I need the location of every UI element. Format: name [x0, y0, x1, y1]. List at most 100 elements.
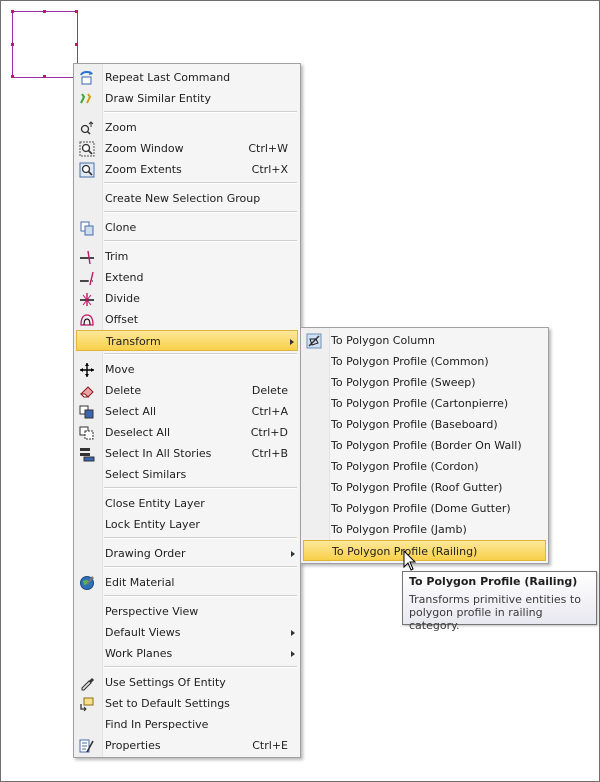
menu-item-divide[interactable]: Divide — [76, 288, 298, 309]
menu-item-create-new-selection-group[interactable]: Create New Selection Group — [76, 188, 298, 209]
menu-item-label: Divide — [105, 292, 140, 305]
menu-item-find-in-perspective[interactable]: Find In Perspective — [76, 714, 298, 735]
clone-icon — [78, 219, 96, 237]
zoom-extents-icon — [78, 161, 96, 179]
menu-item-shortcut: Ctrl+X — [251, 163, 288, 176]
submenu-item-to-polygon-profile-jamb[interactable]: To Polygon Profile (Jamb) — [303, 519, 546, 540]
menu-item-label: To Polygon Profile (Cartonpierre) — [331, 397, 509, 410]
selected-rectangle-entity[interactable] — [11, 10, 78, 78]
menu-item-move[interactable]: Move — [76, 359, 298, 380]
menu-separator — [104, 240, 297, 242]
menu-separator — [104, 111, 297, 113]
submenu-item-to-polygon-profile-baseboard[interactable]: To Polygon Profile (Baseboard) — [303, 414, 546, 435]
delete-eraser-icon — [78, 382, 96, 400]
submenu-item-to-polygon-column[interactable]: To Polygon Column — [303, 330, 546, 351]
menu-item-label: Close Entity Layer — [105, 497, 205, 510]
mouse-pointer-icon — [403, 550, 417, 571]
selection-grip[interactable] — [11, 75, 14, 78]
menu-item-delete[interactable]: Delete Delete — [76, 380, 298, 401]
default-settings-icon — [78, 695, 96, 713]
menu-item-select-all[interactable]: Select All Ctrl+A — [76, 401, 298, 422]
menu-item-select-similars[interactable]: Select Similars — [76, 464, 298, 485]
selection-grip[interactable] — [43, 10, 46, 13]
select-stories-icon — [78, 445, 96, 463]
menu-item-repeat-last-command[interactable]: Repeat Last Command — [76, 67, 298, 88]
menu-item-label: Repeat Last Command — [105, 71, 231, 84]
menu-item-work-planes[interactable]: Work Planes — [76, 643, 298, 664]
menu-item-clone[interactable]: Clone — [76, 217, 298, 238]
menu-item-lock-entity-layer[interactable]: Lock Entity Layer — [76, 514, 298, 535]
menu-item-label: To Polygon Profile (Cordon) — [331, 460, 479, 473]
selection-grip[interactable] — [75, 10, 78, 13]
deselect-all-icon — [78, 424, 96, 442]
menu-item-shortcut: Ctrl+B — [251, 447, 288, 460]
zoom-window-icon — [78, 140, 96, 158]
menu-item-set-to-default-settings[interactable]: Set to Default Settings — [76, 693, 298, 714]
menu-item-shortcut: Ctrl+D — [250, 426, 288, 439]
menu-separator — [104, 537, 297, 539]
submenu-item-to-polygon-profile-dome-gutter[interactable]: To Polygon Profile (Dome Gutter) — [303, 498, 546, 519]
submenu-item-to-polygon-profile-border-on-wall[interactable]: To Polygon Profile (Border On Wall) — [303, 435, 546, 456]
menu-item-label: Set to Default Settings — [105, 697, 230, 710]
menu-item-edit-material[interactable]: Edit Material — [76, 572, 298, 593]
menu-separator — [104, 182, 297, 184]
polygon-column-icon — [305, 332, 323, 350]
menu-item-draw-similar-entity[interactable]: Draw Similar Entity — [76, 88, 298, 109]
properties-icon — [78, 737, 96, 755]
menu-item-transform[interactable]: Transform — [76, 330, 298, 351]
menu-item-zoom[interactable]: Zoom — [76, 117, 298, 138]
divide-icon — [78, 290, 96, 308]
submenu-item-to-polygon-profile-sweep[interactable]: To Polygon Profile (Sweep) — [303, 372, 546, 393]
menu-item-use-settings-of-entity[interactable]: Use Settings Of Entity — [76, 672, 298, 693]
submenu-item-to-polygon-profile-roof-gutter[interactable]: To Polygon Profile (Roof Gutter) — [303, 477, 546, 498]
menu-item-perspective-view[interactable]: Perspective View — [76, 601, 298, 622]
menu-item-select-in-all-stories[interactable]: Select In All Stories Ctrl+B — [76, 443, 298, 464]
menu-item-label: Transform — [106, 335, 161, 348]
menu-item-label: Clone — [105, 221, 137, 234]
menu-item-zoom-extents[interactable]: Zoom Extents Ctrl+X — [76, 159, 298, 180]
menu-item-drawing-order[interactable]: Drawing Order — [76, 543, 298, 564]
selection-grip[interactable] — [11, 10, 14, 13]
menu-item-label: To Polygon Profile (Roof Gutter) — [331, 481, 503, 494]
context-menu: Repeat Last Command Draw Similar Entity Zo… — [73, 63, 301, 758]
menu-item-label: To Polygon Profile (Sweep) — [331, 376, 476, 389]
selection-grip[interactable] — [11, 43, 14, 46]
submenu-item-to-polygon-profile-cartonpierre[interactable]: To Polygon Profile (Cartonpierre) — [303, 393, 546, 414]
selection-grip[interactable] — [75, 43, 78, 46]
menu-item-label: Work Planes — [105, 647, 173, 660]
menu-item-label: To Polygon Profile (Dome Gutter) — [331, 502, 511, 515]
menu-item-shortcut: Ctrl+A — [251, 405, 288, 418]
eyedropper-icon — [78, 674, 96, 692]
submenu-item-to-polygon-profile-railing[interactable]: To Polygon Profile (Railing) — [303, 540, 546, 561]
submenu-item-to-polygon-profile-cordon[interactable]: To Polygon Profile (Cordon) — [303, 456, 546, 477]
menu-item-properties[interactable]: Properties Ctrl+E — [76, 735, 298, 756]
menu-item-offset[interactable]: Offset — [76, 309, 298, 330]
menu-item-zoom-window[interactable]: Zoom Window Ctrl+W — [76, 138, 298, 159]
menu-item-label: Select All — [105, 405, 157, 418]
menu-item-extend[interactable]: Extend — [76, 267, 298, 288]
selection-grip[interactable] — [43, 75, 46, 78]
zoom-icon — [78, 119, 96, 137]
menu-item-deselect-all[interactable]: Deselect All Ctrl+D — [76, 422, 298, 443]
menu-item-label: Zoom Extents — [105, 163, 182, 176]
menu-separator — [104, 487, 297, 489]
menu-item-label: Perspective View — [105, 605, 199, 618]
menu-item-close-entity-layer[interactable]: Close Entity Layer — [76, 493, 298, 514]
submenu-item-to-polygon-profile-common[interactable]: To Polygon Profile (Common) — [303, 351, 546, 372]
menu-item-shortcut: Ctrl+W — [248, 142, 288, 155]
menu-item-trim[interactable]: Trim — [76, 246, 298, 267]
menu-item-label: Find In Perspective — [105, 718, 209, 731]
menu-item-default-views[interactable]: Default Views — [76, 622, 298, 643]
menu-item-label: Edit Material — [105, 576, 175, 589]
menu-item-label: To Polygon Profile (Common) — [331, 355, 489, 368]
tooltip-title: To Polygon Profile (Railing) — [409, 575, 578, 588]
submenu-arrow-icon — [290, 339, 294, 345]
menu-item-label: Select In All Stories — [105, 447, 212, 460]
trim-icon — [78, 248, 96, 266]
menu-item-label: Default Views — [105, 626, 181, 639]
material-globe-icon — [78, 574, 96, 592]
submenu-arrow-icon — [291, 551, 295, 557]
menu-item-label: Deselect All — [105, 426, 171, 439]
menu-item-label: Offset — [105, 313, 139, 326]
menu-item-label: To Polygon Column — [331, 334, 435, 347]
